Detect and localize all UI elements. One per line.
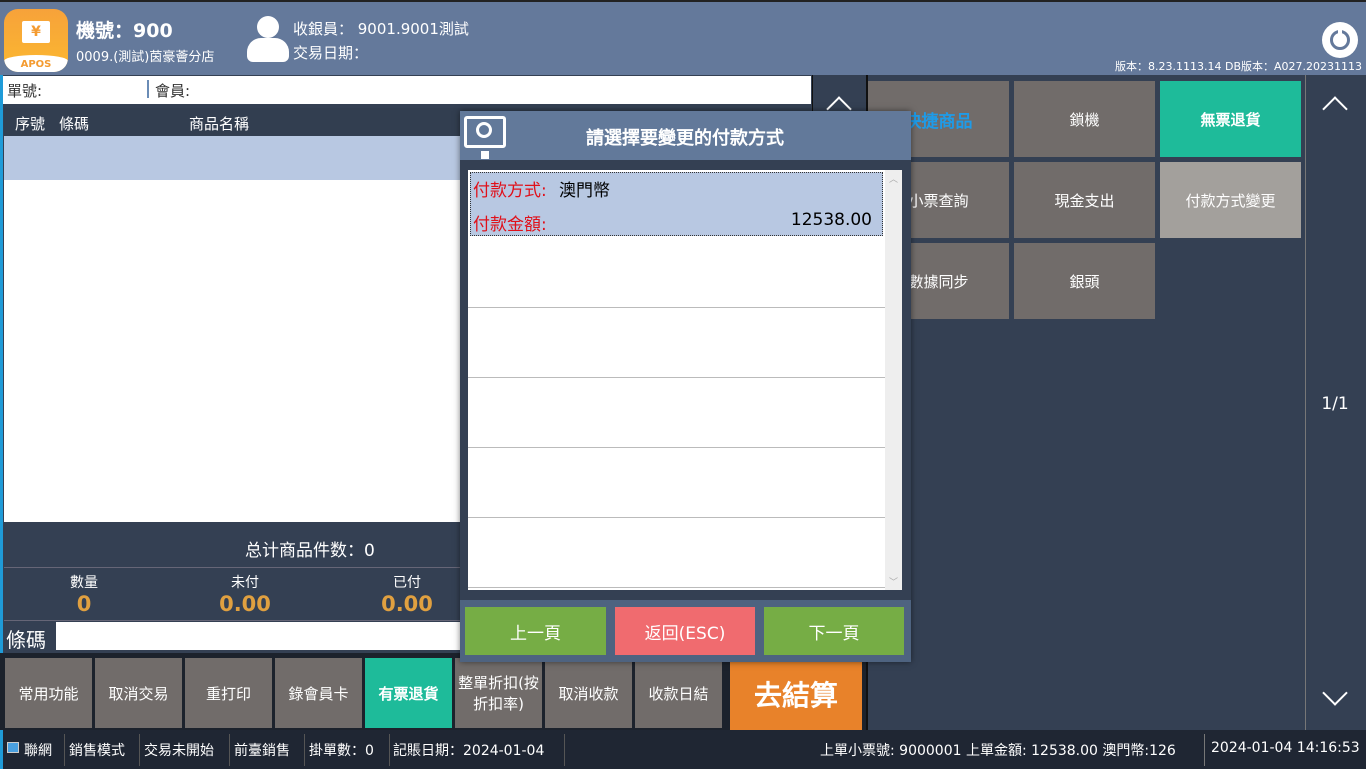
method-label: 付款方式:: [473, 181, 547, 201]
col-name: 商品名稱: [189, 115, 250, 133]
amount-label: 付款金額:: [473, 215, 547, 235]
network-icon: [7, 742, 19, 753]
paid-label: 已付: [393, 575, 421, 591]
receipt-return-button[interactable]: 有票退貨: [365, 658, 452, 728]
search-monitor-icon: [464, 116, 506, 159]
store-name: 0009.(測試)茵豪薈分店: [76, 50, 215, 65]
apos-logo: ¥ APOS: [4, 9, 68, 72]
order-no: 單號:: [7, 82, 43, 100]
cancel-transaction-button[interactable]: 取消交易: [95, 658, 182, 728]
grid-page-down-icon[interactable]: [1322, 680, 1348, 706]
cashier: 收銀員： 9001.9001測試: [293, 20, 469, 38]
status-last-order: 上單小票號: 9000001 上單金額: 12538.00 澳門幣:126: [820, 743, 1176, 759]
order-discount-button[interactable]: 整單折扣(按折扣率): [455, 658, 542, 728]
status-mode: 銷售模式: [69, 743, 125, 759]
power-icon[interactable]: [1322, 22, 1358, 58]
qty-value: 0: [76, 592, 92, 616]
status-acct-date: 記賬日期：2024-01-04: [393, 743, 545, 759]
unpaid-value: 0.00: [219, 592, 271, 616]
status-front: 前臺銷售: [234, 743, 290, 759]
next-page-button[interactable]: 下一頁: [764, 607, 904, 655]
no-receipt-return-button[interactable]: 無票退貨: [1160, 81, 1301, 157]
cash-drawer-button[interactable]: 銀頭: [1014, 243, 1155, 319]
status-bar: 聯網 銷售模式 交易未開始 前臺銷售 掛單數：0 記賬日期：2024-01-04…: [0, 730, 1366, 769]
status-trade: 交易未開始: [144, 743, 214, 759]
page-indicator: 1/1: [1321, 394, 1349, 414]
col-seq: 序號: [15, 115, 46, 133]
info-row: 單號: 會員:: [3, 76, 811, 104]
daily-settlement-button[interactable]: 收款日結: [635, 658, 722, 728]
method-value: 澳門幣: [559, 181, 610, 201]
payment-list-item[interactable]: 付款方式: 澳門幣 付款金額: 12538.00: [470, 172, 883, 236]
cancel-payment-button[interactable]: 取消收款: [545, 658, 632, 728]
payment-change-dialog: 請選擇要變更的付款方式 付款方式: 澳門幣 付款金額: 12538.00 ︿ ﹀ …: [460, 111, 911, 662]
user-icon: [247, 16, 289, 62]
status-held: 掛單數：0: [309, 743, 374, 759]
amount-value: 12538.00: [790, 210, 872, 230]
change-payment-button[interactable]: 付款方式變更: [1160, 162, 1301, 238]
qty-label: 數量: [70, 575, 98, 591]
lock-button[interactable]: 鎖機: [1014, 81, 1155, 157]
common-functions-button[interactable]: 常用功能: [5, 658, 92, 728]
back-esc-button[interactable]: 返回(ESC): [615, 607, 755, 655]
cash-out-button[interactable]: 現金支出: [1014, 162, 1155, 238]
status-network: 聯網: [24, 743, 52, 759]
dialog-title: 請選擇要變更的付款方式: [586, 128, 784, 149]
paid-value: 0.00: [381, 592, 433, 616]
total-items: 总计商品件数：0: [245, 541, 375, 561]
status-datetime: 2024-01-04 14:16:53: [1211, 740, 1360, 756]
grid-page-up-icon[interactable]: [1322, 96, 1348, 122]
trade-date: 交易日期：: [293, 44, 369, 62]
col-barcode: 條碼: [59, 115, 90, 133]
unpaid-label: 未付: [231, 575, 259, 591]
checkout-button[interactable]: 去結算: [730, 658, 862, 730]
prev-page-button[interactable]: 上一頁: [465, 607, 606, 655]
dialog-scrollbar[interactable]: ︿ ﹀: [885, 170, 902, 590]
member-card-button[interactable]: 錄會員卡: [275, 658, 362, 728]
barcode-label: 條碼: [6, 628, 46, 652]
member: 會員:: [155, 82, 191, 100]
machine-number: 機號：900: [76, 20, 173, 42]
reprint-button[interactable]: 重打印: [185, 658, 272, 728]
header: ¥ APOS 機號：900 0009.(測試)茵豪薈分店 收銀員： 9001.9…: [0, 0, 1366, 75]
version: 版本：8.23.1113.14 DB版本：A027.20231113: [1115, 60, 1362, 73]
